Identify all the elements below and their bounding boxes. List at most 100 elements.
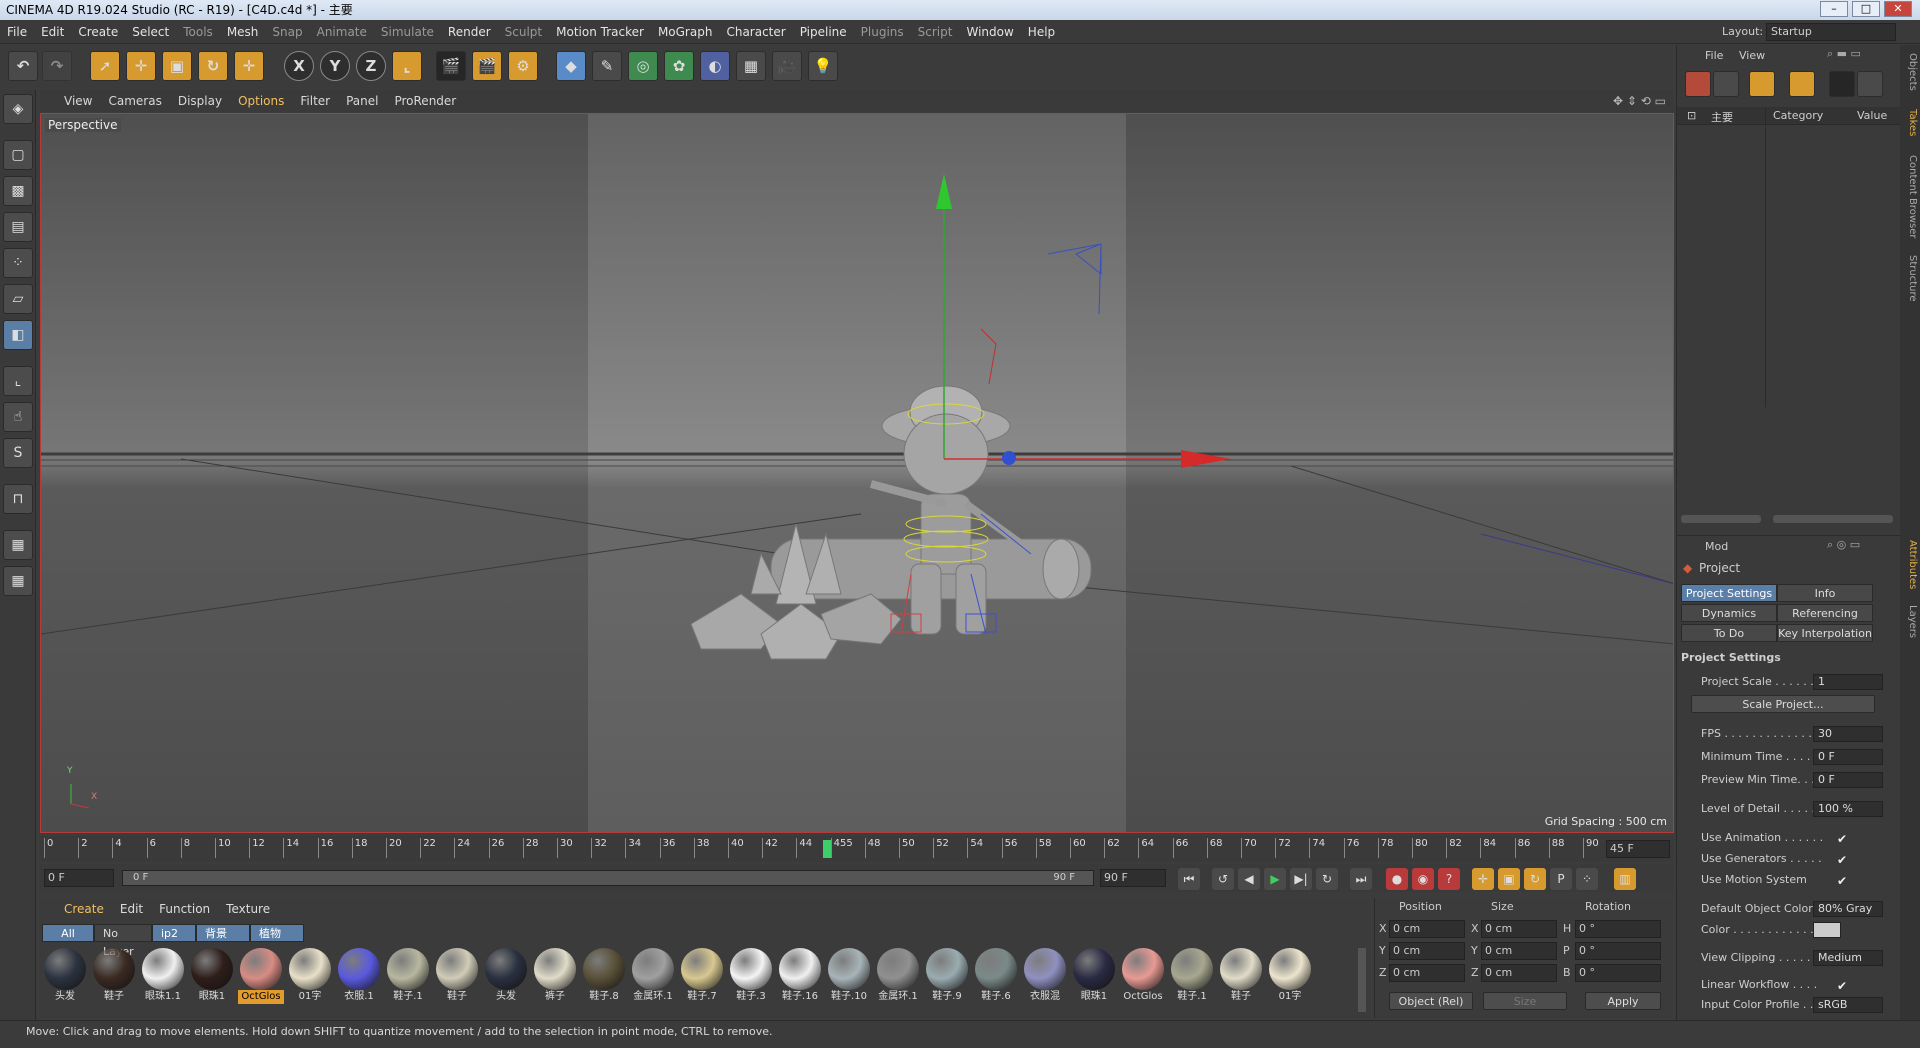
coord-pos-z[interactable]: 0 cm (1389, 964, 1465, 982)
workplane-icon[interactable]: ▤ (3, 212, 33, 242)
menu-animate[interactable]: Animate (310, 20, 374, 44)
material-swatch[interactable]: 鞋子.1 (1169, 948, 1215, 1008)
scale-project-button[interactable]: Scale Project... (1691, 695, 1875, 713)
viewport-nav-icons[interactable]: ✥ ⇕ ⟲ ▭ (1613, 90, 1666, 112)
edges-mode-icon[interactable]: ▱ (3, 284, 33, 314)
menu-render[interactable]: Render (441, 20, 498, 44)
y-axis-lock-icon[interactable]: Y (320, 51, 350, 81)
menu-edit[interactable]: Edit (34, 20, 71, 44)
minimize-icon[interactable]: – (1820, 1, 1848, 17)
project-scale-field[interactable]: 1 (1813, 674, 1883, 690)
floor-icon[interactable]: ▦ (736, 51, 766, 81)
transform-icon[interactable]: ✛ (234, 51, 264, 81)
material-swatch[interactable]: 头发 (483, 948, 529, 1008)
fps-field[interactable]: 30 (1813, 726, 1883, 742)
attributes-lock-icon[interactable]: ⌕ ◎ ▭ (1827, 538, 1860, 552)
model-mode-icon[interactable]: ▢ (3, 140, 33, 170)
coordinate-system-icon[interactable]: ⌞ (392, 51, 422, 81)
objects-tag-icon[interactable] (1749, 71, 1775, 97)
material-swatch[interactable]: 鞋子.3 (728, 948, 774, 1008)
menu-sculpt[interactable]: Sculpt (498, 20, 549, 44)
solo-mode-icon[interactable]: S (3, 438, 33, 468)
polygons-mode-icon[interactable]: ◧ (3, 320, 33, 350)
vp-menu-cameras[interactable]: Cameras (100, 90, 169, 112)
key-position-icon[interactable]: ✛ (1472, 868, 1494, 890)
menu-pipeline[interactable]: Pipeline (793, 20, 854, 44)
color-swatch[interactable] (1813, 922, 1841, 938)
previous-frame-icon[interactable]: ◀ (1238, 868, 1260, 890)
planar-workplane-icon[interactable]: ▦ (3, 566, 33, 596)
coord-rot-p[interactable]: 0 ° (1575, 942, 1661, 960)
key-pla-icon[interactable]: ⁘ (1576, 868, 1598, 890)
default-color-select[interactable]: 80% Gray (1813, 901, 1883, 917)
material-swatch[interactable]: 头发 (42, 948, 88, 1008)
dock-tab-takes[interactable]: Takes (1902, 109, 1918, 136)
move-icon[interactable]: ✛ (126, 51, 156, 81)
vp-menu-panel[interactable]: Panel (338, 90, 386, 112)
key-rotation-icon[interactable]: ↻ (1524, 868, 1546, 890)
tab-to-do[interactable]: To Do (1681, 624, 1777, 642)
tree-expand-icon[interactable]: ⊡ (1687, 109, 1696, 122)
material-swatch[interactable]: 鞋子 (1218, 948, 1264, 1008)
apply-button[interactable]: Apply (1585, 992, 1661, 1010)
timeline-window-icon[interactable]: ▥ (1614, 868, 1636, 890)
coord-size-x[interactable]: 0 cm (1481, 920, 1557, 938)
material-swatch[interactable]: OctGlos (238, 948, 284, 1008)
pen-spline-icon[interactable]: ✎ (592, 51, 622, 81)
material-swatch[interactable]: 衣服.1 (336, 948, 382, 1008)
redo-icon[interactable]: ↷ (42, 51, 72, 81)
tab-referencing[interactable]: Referencing (1777, 604, 1873, 622)
go-to-start-icon[interactable]: ⏮ (1178, 868, 1200, 890)
points-mode-icon[interactable]: ⁘ (3, 248, 33, 278)
material-swatch[interactable]: 鞋子.6 (973, 948, 1019, 1008)
render-view-icon[interactable]: 🎬 (436, 51, 466, 81)
camera-label[interactable]: Perspective (45, 118, 121, 132)
x-axis-lock-icon[interactable]: X (284, 51, 314, 81)
menu-snap[interactable]: Snap (265, 20, 309, 44)
menu-window[interactable]: Window (959, 20, 1020, 44)
use-generators-checkbox[interactable]: ✔ (1837, 851, 1847, 869)
material-swatch[interactable]: 01字 (287, 948, 333, 1008)
objects-filter-icon[interactable] (1685, 71, 1711, 97)
menu-character[interactable]: Character (719, 20, 792, 44)
lock-workplane-icon[interactable]: ▦ (3, 530, 33, 560)
3d-viewport[interactable]: Perspective Y X Grid Spacing : 500 cm (40, 113, 1674, 833)
material-swatch[interactable]: 裤子 (532, 948, 578, 1008)
render-picture-viewer-icon[interactable]: 🎬 (472, 51, 502, 81)
preview-min-field[interactable]: 0 F (1813, 772, 1883, 788)
array-icon[interactable]: ✿ (664, 51, 694, 81)
coord-size-mode-select[interactable]: Size (1483, 992, 1567, 1010)
linear-workflow-checkbox[interactable]: ✔ (1837, 977, 1847, 995)
input-color-select[interactable]: sRGB (1813, 997, 1883, 1013)
objects-h-scrollbar[interactable] (1681, 515, 1761, 523)
use-motion-checkbox[interactable]: ✔ (1837, 872, 1847, 890)
camera-icon[interactable]: 🎥 (772, 51, 802, 81)
dock-tab-layers[interactable]: Layers (1902, 605, 1918, 638)
material-swatch[interactable]: 鞋子 (434, 948, 480, 1008)
menu-plugins[interactable]: Plugins (854, 20, 911, 44)
go-to-end-icon[interactable]: ⏭ (1350, 868, 1372, 890)
coord-size-z[interactable]: 0 cm (1481, 964, 1557, 982)
live-selection-icon[interactable]: ➚ (90, 51, 120, 81)
make-editable-icon[interactable]: ◈ (3, 94, 33, 124)
material-swatch[interactable]: 鞋子.1 (385, 948, 431, 1008)
rotate-icon[interactable]: ↻ (198, 51, 228, 81)
tree-item-main[interactable]: 主要 (1711, 109, 1733, 125)
dock-tab-objects[interactable]: Objects (1902, 53, 1918, 91)
menu-help[interactable]: Help (1021, 20, 1062, 44)
objects-layer-icon[interactable] (1713, 71, 1739, 97)
axis-mode-icon[interactable]: ⌞ (3, 366, 33, 396)
maximize-icon[interactable]: □ (1852, 1, 1880, 17)
vp-menu-options[interactable]: Options (230, 90, 292, 112)
autokey-icon[interactable]: ◉ (1412, 868, 1434, 890)
material-swatch[interactable]: 眼珠1.1 (140, 948, 186, 1008)
dock-tab-content-browser[interactable]: Content Browser (1902, 155, 1918, 238)
coord-mode-select[interactable]: Object (Rel) (1389, 992, 1473, 1010)
close-icon[interactable]: ✕ (1884, 1, 1912, 17)
cube-icon[interactable]: ◆ (556, 51, 586, 81)
coord-rot-b[interactable]: 0 ° (1575, 964, 1661, 982)
tweak-mode-icon[interactable]: ☝ (3, 402, 33, 432)
current-frame-field[interactable]: 45 F (1606, 840, 1670, 858)
undo-icon[interactable]: ↶ (8, 51, 38, 81)
material-swatch[interactable]: 金属环.1 (630, 948, 676, 1008)
